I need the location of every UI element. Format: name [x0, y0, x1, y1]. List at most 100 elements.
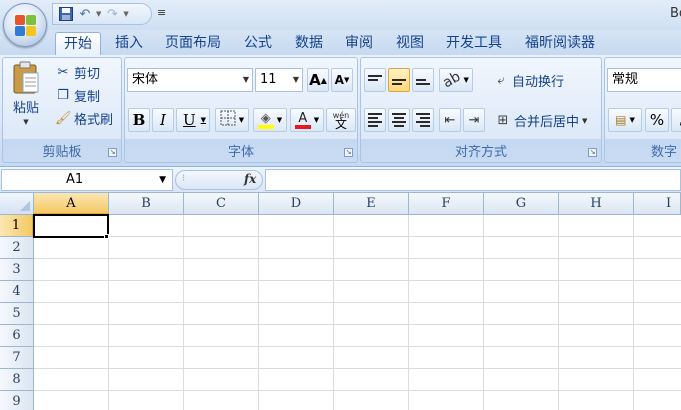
clipboard-group-label: 剪贴板	[42, 145, 82, 160]
bold-button[interactable]: B	[128, 108, 150, 132]
number-group-label: 数字	[651, 145, 678, 160]
orientation-button[interactable]: ab ▼	[439, 68, 473, 92]
tab-review[interactable]: 审阅	[337, 32, 381, 55]
align-top-button[interactable]	[364, 68, 386, 92]
undo-dropdown-icon[interactable]: ▼	[96, 10, 101, 18]
office-logo-icon	[15, 15, 37, 37]
align-right-button[interactable]	[412, 108, 434, 132]
format-painter-button[interactable]: 🖌 格式刷	[55, 109, 113, 129]
formula-input[interactable]	[265, 169, 681, 191]
column-header-d[interactable]: D	[259, 193, 334, 215]
font-launcher-icon[interactable]: ↘	[344, 148, 353, 157]
chevron-down-icon: ▼	[276, 116, 283, 124]
column-header-c[interactable]: C	[184, 193, 259, 215]
column-header-f[interactable]: F	[409, 193, 484, 215]
number-format-combo[interactable]: 常规	[607, 68, 681, 92]
clipboard-launcher-icon[interactable]: ↘	[108, 148, 117, 157]
row-header-2[interactable]: 2	[0, 237, 34, 259]
fill-bucket-icon: ◈	[257, 112, 274, 129]
tab-page-layout[interactable]: 页面布局	[157, 32, 229, 55]
fill-color-button[interactable]: ◈ ▼	[253, 108, 287, 132]
column-header-g[interactable]: G	[484, 193, 559, 215]
chevron-down-icon: ▼	[242, 75, 249, 84]
paste-label: 粘贴	[12, 101, 39, 116]
grow-font-button[interactable]: A ▲	[307, 68, 329, 92]
select-all-button[interactable]	[0, 193, 34, 215]
column-header-i[interactable]: I	[634, 193, 681, 215]
alignment-launcher-icon[interactable]: ↘	[588, 148, 597, 157]
tab-data[interactable]: 数据	[287, 32, 331, 55]
merge-center-button[interactable]: ⊞ 合并后居中 ▼	[495, 111, 588, 131]
increase-indent-icon: ⇥	[468, 112, 480, 128]
column-header-b[interactable]: B	[109, 193, 184, 215]
undo-icon[interactable]: ↶	[77, 6, 93, 22]
row-header-7[interactable]: 7	[0, 347, 34, 369]
decrease-indent-button[interactable]: ⇤	[439, 108, 461, 132]
italic-button[interactable]: I	[152, 108, 174, 132]
copy-icon: ❐	[57, 87, 69, 103]
underline-button[interactable]: U ▼	[176, 108, 210, 132]
font-name-combo[interactable]: 宋体 ▼	[127, 68, 253, 92]
column-header-e[interactable]: E	[334, 193, 409, 215]
ribbon-tab-bar: 开始 插入 页面布局 公式 数据 审阅 视图 开发工具 福昕阅读器	[0, 30, 681, 55]
phonetic-button[interactable]: wén 文	[326, 108, 356, 132]
chevron-down-icon: ▼	[313, 116, 320, 124]
tab-insert[interactable]: 插入	[107, 32, 151, 55]
title-bar: ↶ ▼ ↷ ▼ ≡ Bo	[0, 0, 681, 30]
percent-style-button[interactable]: %	[645, 108, 669, 132]
fill-handle[interactable]	[104, 234, 109, 239]
align-center-icon	[392, 111, 406, 129]
row-header-3[interactable]: 3	[0, 259, 34, 281]
font-color-button[interactable]: A ▼	[290, 108, 324, 132]
copy-label: 复制	[74, 90, 101, 105]
shrink-font-button[interactable]: A ▼	[331, 68, 353, 92]
row-header-8[interactable]: 8	[0, 369, 34, 391]
paste-button[interactable]: 粘贴 ▼	[7, 61, 45, 126]
row-header-1[interactable]: 1	[0, 215, 34, 237]
comma-style-button[interactable]: ,	[671, 108, 681, 132]
font-name-value: 宋体	[132, 72, 159, 87]
wrap-text-button[interactable]: ⤶ 自动换行	[493, 71, 564, 91]
name-box-value: A1	[66, 172, 84, 187]
align-bottom-button[interactable]	[412, 68, 434, 92]
redo-dropdown-icon[interactable]: ▼	[123, 10, 128, 18]
select-all-icon	[20, 201, 30, 211]
office-button[interactable]	[3, 3, 47, 47]
align-center-button[interactable]	[388, 108, 410, 132]
tab-formulas[interactable]: 公式	[236, 32, 280, 55]
merge-center-label: 合并后居中	[514, 115, 580, 130]
accounting-format-button[interactable]: ▤ ▼	[608, 108, 642, 132]
tab-home[interactable]: 开始	[55, 32, 101, 55]
active-cell-a1[interactable]	[33, 214, 109, 238]
align-left-button[interactable]	[364, 108, 386, 132]
increase-indent-button[interactable]: ⇥	[463, 108, 485, 132]
tab-view[interactable]: 视图	[388, 32, 432, 55]
row-header-5[interactable]: 5	[0, 303, 34, 325]
row-header-9[interactable]: 9	[0, 391, 34, 410]
quick-access-toolbar: ↶ ▼ ↷ ▼	[52, 3, 152, 25]
name-box[interactable]: A1 ▼	[1, 169, 173, 191]
row-header-6[interactable]: 6	[0, 325, 34, 347]
resize-handle-icon[interactable]: ⁝	[182, 173, 185, 184]
copy-button[interactable]: ❐ 复制	[55, 86, 101, 106]
cut-button[interactable]: ✂ 剪切	[55, 63, 100, 83]
column-header-h[interactable]: H	[559, 193, 634, 215]
column-header-a[interactable]: A	[34, 193, 109, 215]
font-size-combo[interactable]: 11 ▼	[255, 68, 303, 92]
paste-dropdown-icon: ▼	[23, 118, 29, 126]
chevron-down-icon: ▼	[292, 75, 299, 84]
row-header-4[interactable]: 4	[0, 281, 34, 303]
chevron-down-icon[interactable]: ▼	[159, 170, 166, 190]
customize-qat-icon[interactable]: ≡	[157, 6, 166, 19]
align-middle-button[interactable]	[388, 68, 410, 92]
align-left-icon	[368, 111, 382, 129]
font-group-label: 字体	[227, 145, 254, 160]
borders-button[interactable]: ▼	[215, 108, 249, 132]
tab-developer[interactable]: 开发工具	[438, 32, 510, 55]
save-icon[interactable]	[58, 6, 74, 22]
cell-grid[interactable]	[34, 215, 681, 410]
redo-icon[interactable]: ↷	[104, 6, 120, 22]
window-title: Bo	[670, 6, 681, 21]
tab-foxit-reader[interactable]: 福昕阅读器	[517, 32, 603, 55]
insert-function-button[interactable]: fx	[244, 172, 256, 186]
